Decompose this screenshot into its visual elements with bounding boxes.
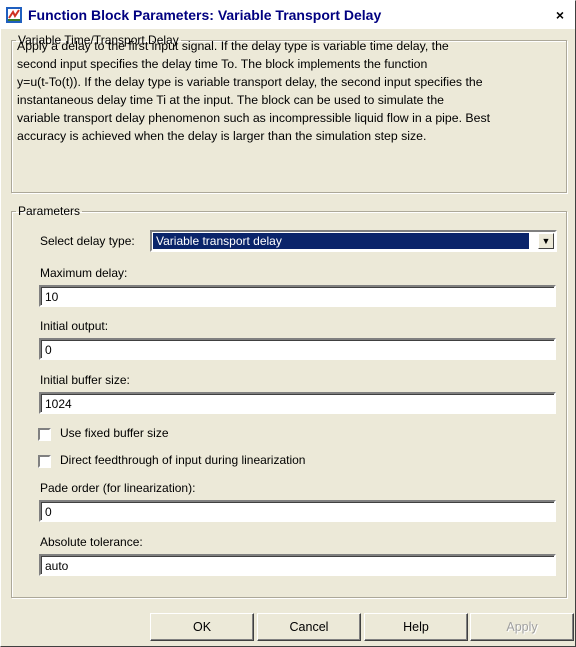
max-delay-field[interactable]: 10	[39, 285, 556, 307]
initial-output-field[interactable]: 0	[39, 338, 556, 360]
max-delay-label: Maximum delay:	[40, 266, 128, 280]
fixed-buffer-checkbox[interactable]	[38, 428, 51, 441]
simulink-block-icon	[6, 7, 22, 23]
parameters-group-legend: Parameters	[18, 204, 81, 218]
initial-output-label: Initial output:	[40, 319, 109, 333]
apply-button[interactable]: Apply	[470, 613, 574, 641]
fixed-buffer-label[interactable]: Use fixed buffer size	[60, 426, 169, 440]
description-line: Apply a delay to the first input signal.…	[17, 39, 449, 53]
direct-feedthrough-checkbox[interactable]	[38, 455, 51, 468]
ok-button[interactable]: OK	[150, 613, 254, 641]
pade-order-field[interactable]: 0	[39, 500, 556, 522]
initial-buffer-label: Initial buffer size:	[40, 373, 130, 387]
abs-tol-label: Absolute tolerance:	[40, 535, 143, 549]
help-button[interactable]: Help	[364, 613, 468, 641]
pade-order-label: Pade order (for linearization):	[40, 481, 196, 495]
block-description: Apply a delay to the first input signal.…	[17, 37, 563, 145]
title-bar[interactable]: Function Block Parameters: Variable Tran…	[1, 1, 575, 29]
direct-feedthrough-label[interactable]: Direct feedthrough of input during linea…	[60, 453, 305, 467]
close-icon[interactable]: ×	[552, 7, 568, 23]
delay-type-value[interactable]: Variable transport delay	[153, 233, 529, 249]
cancel-button[interactable]: Cancel	[257, 613, 361, 641]
initial-buffer-field[interactable]: 1024	[39, 392, 556, 414]
delay-type-label: Select delay type:	[40, 234, 135, 248]
dialog-window: Function Block Parameters: Variable Tran…	[0, 0, 576, 647]
description-line: y=u(t-To(t)). If the delay type is varia…	[17, 75, 483, 89]
chevron-down-icon[interactable]: ▼	[538, 233, 554, 249]
abs-tol-field[interactable]: auto	[39, 554, 556, 576]
description-line: second input specifies the delay time To…	[17, 57, 428, 71]
description-line: accuracy is achieved when the delay is l…	[17, 129, 427, 143]
description-line: instantaneous delay time Ti at the input…	[17, 93, 445, 107]
window-title: Function Block Parameters: Variable Tran…	[28, 7, 382, 23]
description-line: variable transport delay phenomenon such…	[17, 111, 491, 125]
delay-type-select[interactable]: Variable transport delay ▼	[150, 230, 557, 252]
